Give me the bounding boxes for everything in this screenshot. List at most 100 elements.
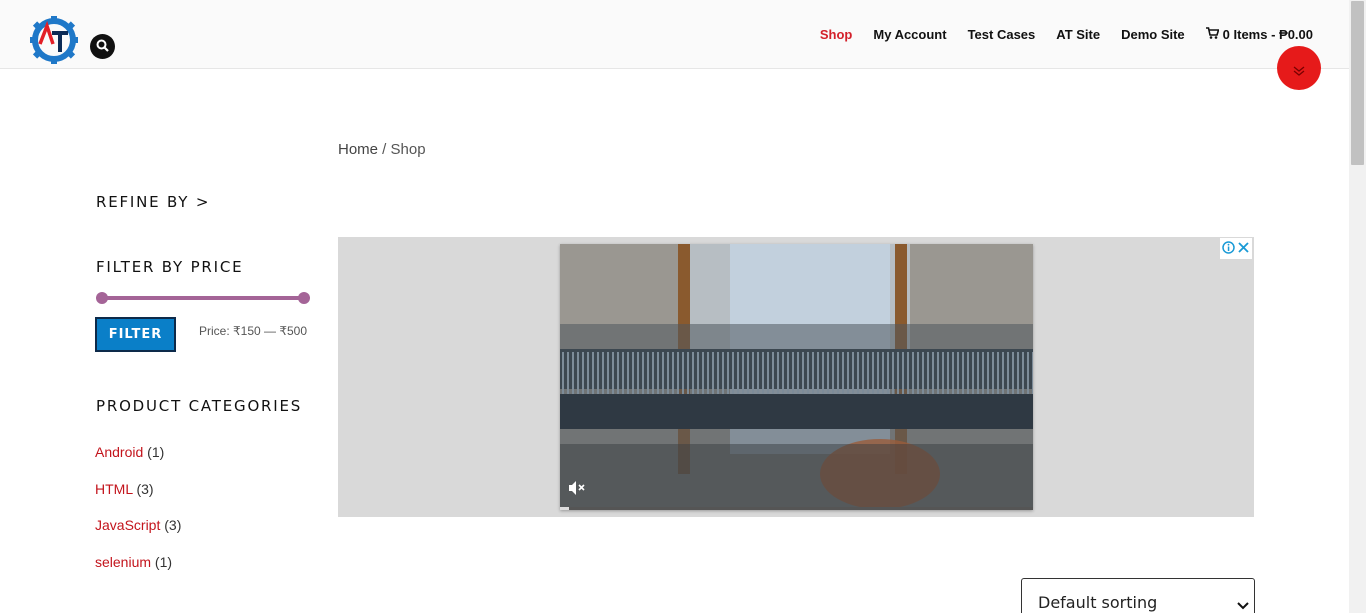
ad-video-grill-bar <box>682 352 684 400</box>
ad-video-grill-bar <box>842 352 844 400</box>
sort-select[interactable]: Default sorting <box>1021 578 1255 613</box>
ad-video-grill-bar <box>587 352 589 400</box>
ad-video-grill-bar <box>637 352 639 400</box>
main-nav: Shop My Account Test Cases AT Site Demo … <box>799 27 1313 42</box>
ad-video-grill-bar <box>797 352 799 400</box>
ad-video-grill-bar <box>727 352 729 400</box>
ad-video-grill-bar <box>887 352 889 400</box>
breadcrumb-separator: / <box>378 141 391 158</box>
ad-video-grill-bar <box>602 352 604 400</box>
nav-my-account[interactable]: My Account <box>873 27 946 42</box>
category-link-javascript[interactable]: JavaScript <box>95 517 160 533</box>
ad-video-grill-bar <box>767 352 769 400</box>
breadcrumb-home[interactable]: Home <box>338 141 378 158</box>
category-count: (1) <box>147 444 165 460</box>
ad-video-grill-bar <box>947 352 949 400</box>
ad-video-grill-bar <box>877 352 879 400</box>
ad-video-grill-bar <box>717 352 719 400</box>
search-button[interactable] <box>90 34 115 59</box>
ad-video-grill-bar <box>612 352 614 400</box>
ad-video-grill-bar <box>827 352 829 400</box>
ad-video-grill-bar <box>702 352 704 400</box>
ad-video-grill-bar <box>1032 352 1033 400</box>
ad-video-grill-bar <box>937 352 939 400</box>
ad-video-grill-bar <box>632 352 634 400</box>
ad-video-grill-bar <box>862 352 864 400</box>
ad-video-grill-bar <box>872 352 874 400</box>
category-link-selenium[interactable]: selenium <box>95 554 151 570</box>
advertisement[interactable] <box>338 237 1254 517</box>
category-item: HTML (3) <box>95 481 154 497</box>
category-item: Android (1) <box>95 444 164 460</box>
breadcrumb-current: Shop <box>390 141 426 158</box>
ad-video-grill-bar <box>942 352 944 400</box>
ad-video-grill-bar <box>742 352 744 400</box>
ad-video-grill-bar <box>832 352 834 400</box>
category-link-html[interactable]: HTML <box>95 481 133 497</box>
site-header: Shop My Account Test Cases AT Site Demo … <box>0 0 1349 69</box>
close-icon[interactable] <box>1237 239 1250 258</box>
video-progress-fill <box>560 507 570 510</box>
category-item: JavaScript (3) <box>95 517 181 533</box>
filter-button[interactable]: FILTER <box>95 317 176 352</box>
ad-video-grill-bar <box>667 352 669 400</box>
ad-video-grill-bar <box>707 352 709 400</box>
ad-video[interactable] <box>560 244 1033 510</box>
ad-video-grill-bar <box>972 352 974 400</box>
mute-button[interactable] <box>568 480 586 500</box>
ad-video-grill-bar <box>917 352 919 400</box>
nav-test-cases[interactable]: Test Cases <box>968 27 1036 42</box>
ad-video-grill-bar <box>782 352 784 400</box>
scrollbar-thumb[interactable] <box>1351 1 1364 165</box>
ad-video-grill-bar <box>837 352 839 400</box>
category-count: (1) <box>154 554 173 570</box>
chevron-down-icon <box>1237 595 1249 613</box>
ad-video-grill-bar <box>867 352 869 400</box>
ad-video-frame <box>560 244 1033 510</box>
ad-video-grill-bar <box>747 352 749 400</box>
ad-video-grill-bar <box>957 352 959 400</box>
ad-video-grill-bar <box>777 352 779 400</box>
slider-handle-max[interactable] <box>298 292 310 304</box>
ad-video-grill-bar <box>762 352 764 400</box>
ad-video-grill-bar <box>922 352 924 400</box>
ad-video-grill-bar <box>692 352 694 400</box>
ad-video-grill-bar <box>892 352 894 400</box>
cart-link[interactable]: 0 Items - ₱0.00 <box>1205 27 1313 42</box>
ad-video-grill-bar <box>1007 352 1009 400</box>
ad-video-grill <box>562 352 1033 400</box>
product-categories-heading: PRODUCT CATEGORIES <box>96 397 303 415</box>
info-icon[interactable] <box>1222 239 1235 258</box>
gear-logo-icon[interactable] <box>28 14 80 66</box>
video-progress-bar[interactable] <box>560 507 1033 510</box>
sort-selected-value: Default sorting <box>1038 593 1158 612</box>
muted-speaker-icon <box>568 481 586 500</box>
ad-video-grill-bar <box>882 352 884 400</box>
ad-video-grill-bar <box>752 352 754 400</box>
slider-handle-min[interactable] <box>96 292 108 304</box>
nav-at-site[interactable]: AT Site <box>1056 27 1100 42</box>
ad-video-grill-bar <box>967 352 969 400</box>
nav-shop[interactable]: Shop <box>820 27 853 42</box>
filter-by-price-heading: FILTER BY PRICE <box>96 258 244 276</box>
ad-controls <box>1220 238 1252 259</box>
breadcrumb: Home / Shop <box>338 141 426 158</box>
ad-video-grill-bar <box>787 352 789 400</box>
scroll-down-button[interactable] <box>1277 46 1321 90</box>
ad-video-grill-bar <box>622 352 624 400</box>
ad-video-grill-bar <box>722 352 724 400</box>
ad-video-grill-bar <box>902 352 904 400</box>
ad-video-grill-bar <box>982 352 984 400</box>
page-scrollbar[interactable] <box>1349 0 1366 613</box>
price-range-slider[interactable] <box>96 292 310 304</box>
ad-video-grill-bar <box>857 352 859 400</box>
nav-demo-site[interactable]: Demo Site <box>1121 27 1185 42</box>
category-link-android[interactable]: Android <box>95 444 143 460</box>
ad-video-grill-bar <box>672 352 674 400</box>
refine-by-heading[interactable]: REFINE BY > <box>96 193 210 211</box>
ad-video-grill-bar <box>822 352 824 400</box>
ad-video-grill-bar <box>977 352 979 400</box>
ad-video-grill-bar <box>647 352 649 400</box>
ad-video-grill-bar <box>1017 352 1019 400</box>
ad-video-grill-bar <box>962 352 964 400</box>
